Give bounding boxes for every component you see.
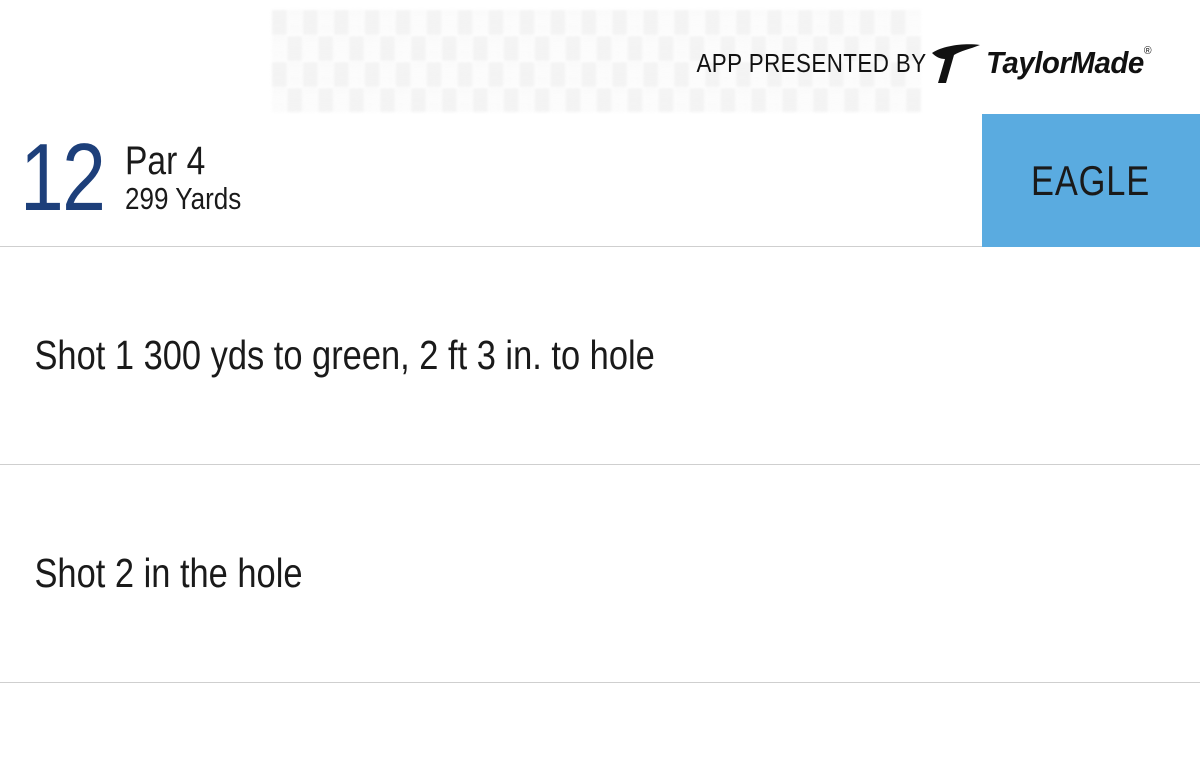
shot-description: Shot 1 300 yds to green, 2 ft 3 in. to h… [34,332,655,378]
hole-par: Par 4 [125,139,206,183]
sponsor-banner: APP PRESENTED BY TaylorMade® [659,36,1160,90]
shot-row[interactable]: Shot 2 in the hole [0,465,1200,683]
brand-name: TaylorMade® [986,45,1152,80]
hole-yards: 299 Yards [125,181,242,216]
hole-number: 12 [20,124,106,231]
taylormade-t-logo-icon [930,41,982,85]
sponsor-label: APP PRESENTED BY [696,47,927,78]
hole-header: 12 Par 4 299 Yards EAGLE [0,114,1200,247]
shot-row[interactable]: Shot 1 300 yds to green, 2 ft 3 in. to h… [0,247,1200,465]
score-result-label: EAGLE [1031,156,1151,204]
hole-info: Par 4 299 Yards [125,140,263,216]
score-result-badge: EAGLE [982,114,1200,247]
shot-description: Shot 2 in the hole [34,550,303,596]
brand-logo: TaylorMade® [930,41,1160,85]
